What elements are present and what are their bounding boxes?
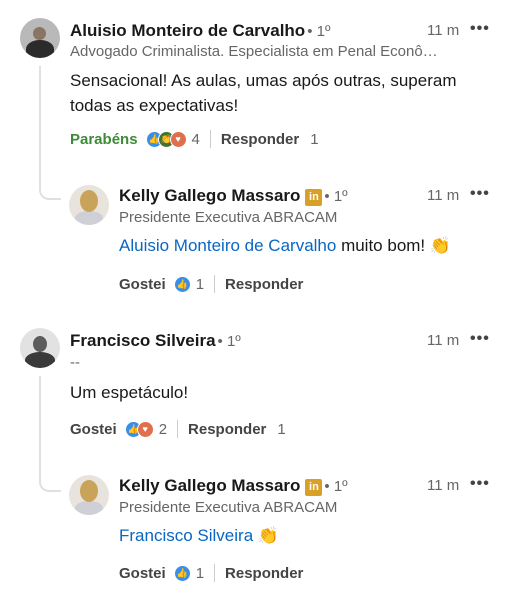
like-reaction-icon: 👍	[173, 564, 191, 582]
comment-time: 11 m	[427, 477, 460, 494]
reaction-icons[interactable]: 👍 ♥	[124, 420, 154, 438]
reaction-icons[interactable]: 👍	[173, 564, 191, 582]
comment-text: Um espetáculo!	[70, 383, 189, 402]
comment-text: Francisco Silveira 👏	[119, 526, 280, 545]
linkedin-badge-icon: in	[305, 479, 323, 496]
comment-time: 11 m	[427, 332, 460, 349]
commenter-name[interactable]: Kelly Gallego Massaro in • 1º	[119, 476, 348, 496]
avatar-kelly[interactable]	[69, 475, 109, 515]
love-reaction-icon: ♥	[136, 420, 154, 438]
commenter-headline: --	[70, 354, 80, 371]
thread-line	[39, 376, 41, 464]
like-button[interactable]: Gostei	[70, 421, 117, 438]
comment-francisco: Francisco Silveira • 1º -- 11 m ••• Um es…	[0, 0, 512, 606]
commenter-headline: Presidente Executiva ABRACAM	[119, 499, 338, 516]
mention-link[interactable]: Francisco Silveira	[119, 526, 253, 545]
like-button[interactable]: Gostei	[119, 565, 166, 582]
avatar-francisco[interactable]	[20, 328, 60, 368]
reply-count: 1	[277, 420, 286, 438]
reply-button[interactable]: Responder	[225, 565, 303, 582]
connection-degree: • 1º	[217, 333, 241, 350]
thread-connector	[39, 458, 61, 492]
divider	[177, 420, 179, 438]
more-options-icon[interactable]: •••	[470, 475, 490, 493]
divider	[214, 564, 216, 582]
commenter-name[interactable]: Francisco Silveira • 1º	[70, 331, 241, 351]
connection-degree: • 1º	[324, 478, 348, 495]
reaction-count[interactable]: 2	[159, 421, 167, 438]
more-options-icon[interactable]: •••	[470, 330, 490, 348]
reply-button[interactable]: Responder	[188, 421, 266, 438]
reaction-count[interactable]: 1	[196, 565, 204, 582]
